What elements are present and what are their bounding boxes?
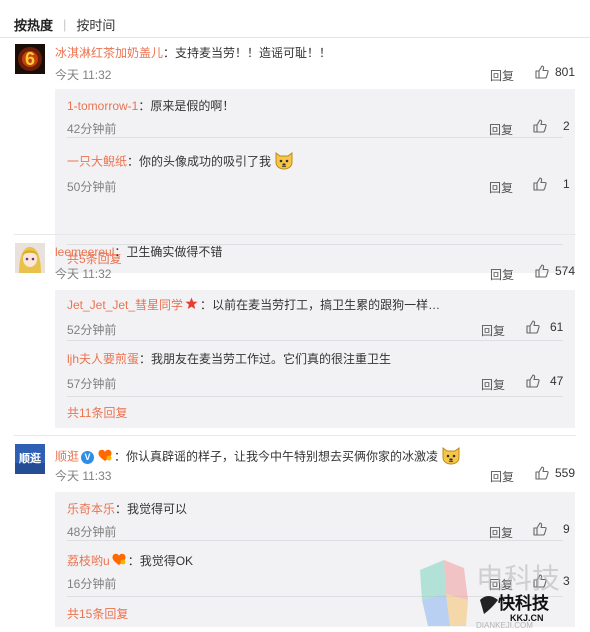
username-link[interactable]: 一只大鲵纸 xyxy=(67,155,127,169)
thumbs-up-icon xyxy=(526,374,540,388)
like-count: 61 xyxy=(550,320,564,334)
comment-time: 今天 11:32 xyxy=(55,267,112,281)
tab-sort-by-hot[interactable]: 按热度 xyxy=(14,15,53,34)
thumbs-up-icon xyxy=(533,119,547,133)
like-button[interactable]: 1 xyxy=(533,177,570,191)
avatar[interactable] xyxy=(15,243,45,273)
comment-divider xyxy=(14,234,576,235)
comment-header: leemeereul：卫生确实做得不错 xyxy=(55,245,223,259)
more-replies-link[interactable]: 共15条回复 xyxy=(67,606,128,622)
comment-time: 今天 11:33 xyxy=(55,469,112,483)
username-link[interactable]: ljh夫人要煎蛋 xyxy=(67,352,139,366)
reply-time: 48分钟前 xyxy=(67,525,117,539)
verified-v-icon: V xyxy=(81,451,95,464)
thumbs-up-icon xyxy=(535,466,549,480)
tabs-divider xyxy=(0,37,590,38)
reply-time: 50分钟前 xyxy=(67,180,117,194)
username-link[interactable]: Jet_Jet_Jet_彗星同学 xyxy=(67,298,183,312)
dog-face-emoji xyxy=(273,149,295,176)
reply-button[interactable]: 回复 xyxy=(490,266,514,283)
tab-separator: | xyxy=(63,16,67,32)
reply-divider xyxy=(67,540,563,541)
like-button[interactable]: 801 xyxy=(535,65,575,79)
heart-badge-icon xyxy=(98,449,112,467)
svg-text:快科技: 快科技 xyxy=(498,593,550,614)
reply-time: 52分钟前 xyxy=(67,323,117,337)
svg-text:顺逛: 顺逛 xyxy=(19,451,41,465)
comment-text: 卫生确实做得不错 xyxy=(126,245,223,259)
sort-tabs: 按热度 | 按时间 xyxy=(14,15,115,33)
like-button[interactable]: 559 xyxy=(535,466,575,480)
heart-badge-icon xyxy=(112,553,126,571)
reply-button[interactable]: 回复 xyxy=(490,468,514,485)
reply-button[interactable]: 回复 xyxy=(489,524,513,541)
reply-text: 以前在麦当劳打工，搞卫生累的跟狗一样… xyxy=(212,298,441,312)
comment-time: 今天 11:32 xyxy=(55,68,112,82)
comment-header: 冰淇淋红茶加奶盖儿：支持麦当劳！！造谣可耻！！ xyxy=(55,46,332,60)
reply-text: 我觉得OK xyxy=(139,554,194,568)
reply-button[interactable]: 回复 xyxy=(481,322,505,339)
thumbs-up-icon xyxy=(535,264,549,278)
reply-divider xyxy=(67,340,563,341)
username-link[interactable]: 1-tomorrow-1 xyxy=(67,99,138,113)
svg-text:电科技: 电科技 xyxy=(476,562,560,595)
like-button[interactable]: 2 xyxy=(533,119,570,133)
more-replies-link[interactable]: 共11条回复 xyxy=(67,405,127,421)
like-count: 1 xyxy=(563,177,570,191)
reply-button[interactable]: 回复 xyxy=(490,67,514,84)
like-button[interactable]: 61 xyxy=(526,320,563,334)
username-link[interactable]: 荔枝哟u xyxy=(67,554,110,568)
thumbs-up-icon xyxy=(535,65,549,79)
thumbs-up-icon xyxy=(533,177,547,191)
star-badge-icon xyxy=(185,297,198,315)
like-count: 2 xyxy=(563,119,570,133)
reply-time: 57分钟前 xyxy=(67,377,117,391)
reply-text: 原来是假的啊！ xyxy=(150,99,235,113)
like-button[interactable]: 574 xyxy=(535,264,575,278)
like-count: 801 xyxy=(555,65,576,79)
like-count: 9 xyxy=(563,522,570,536)
dog-face-emoji xyxy=(440,444,462,471)
like-count: 47 xyxy=(550,374,564,388)
like-button[interactable]: 47 xyxy=(526,374,563,388)
like-count: 559 xyxy=(555,466,576,480)
thumbs-up-icon xyxy=(526,320,540,334)
reply-button[interactable]: 回复 xyxy=(481,376,505,393)
replies-box: Jet_Jet_Jet_彗星同学 ：以前在麦当劳打工，搞卫生累的跟狗一样… 52分… xyxy=(55,290,575,428)
svg-text:DIANKEJI.COM: DIANKEJI.COM xyxy=(476,621,533,629)
avatar[interactable]: 顺逛 xyxy=(15,444,45,474)
watermark-logo: 电科技 快科技 KKJ.CN DIANKEJI.COM xyxy=(418,556,590,630)
comment-text: 你认真辟谣的样子，让我今中午特别想去买俩你家的冰激凌 xyxy=(126,449,439,464)
reply-text: 我觉得可以 xyxy=(127,502,188,516)
reply-button[interactable]: 回复 xyxy=(489,121,513,138)
comment-text: 支持麦当劳！！造谣可耻！！ xyxy=(175,46,332,60)
username-link[interactable]: 顺逛 xyxy=(55,450,79,464)
avatar[interactable]: 6 xyxy=(15,44,45,74)
svg-text:6: 6 xyxy=(25,49,35,69)
username-link[interactable]: leemeereul xyxy=(55,245,114,259)
reply-text: 我朋友在麦当劳工作过。它们真的很注重卫生 xyxy=(151,352,392,366)
like-count: 574 xyxy=(555,264,576,278)
comment-divider xyxy=(14,435,576,436)
thumbs-up-icon xyxy=(533,522,547,536)
tab-sort-by-time[interactable]: 按时间 xyxy=(76,15,115,34)
username-link[interactable]: 乐奇本乐 xyxy=(67,502,115,516)
username-link[interactable]: 冰淇淋红茶加奶盖儿 xyxy=(55,46,163,60)
reply-button[interactable]: 回复 xyxy=(489,179,513,196)
reply-time: 16分钟前 xyxy=(67,577,117,591)
like-button[interactable]: 9 xyxy=(533,522,570,536)
reply-text: 你的头像成功的吸引了我 xyxy=(139,154,272,169)
reply-divider xyxy=(67,137,563,138)
reply-time: 42分钟前 xyxy=(67,122,117,136)
comment-header: 顺逛 V ：你认真辟谣的样子，让我今中午特别想去买俩你家的冰激凌 xyxy=(55,444,576,465)
reply-divider xyxy=(67,396,563,397)
